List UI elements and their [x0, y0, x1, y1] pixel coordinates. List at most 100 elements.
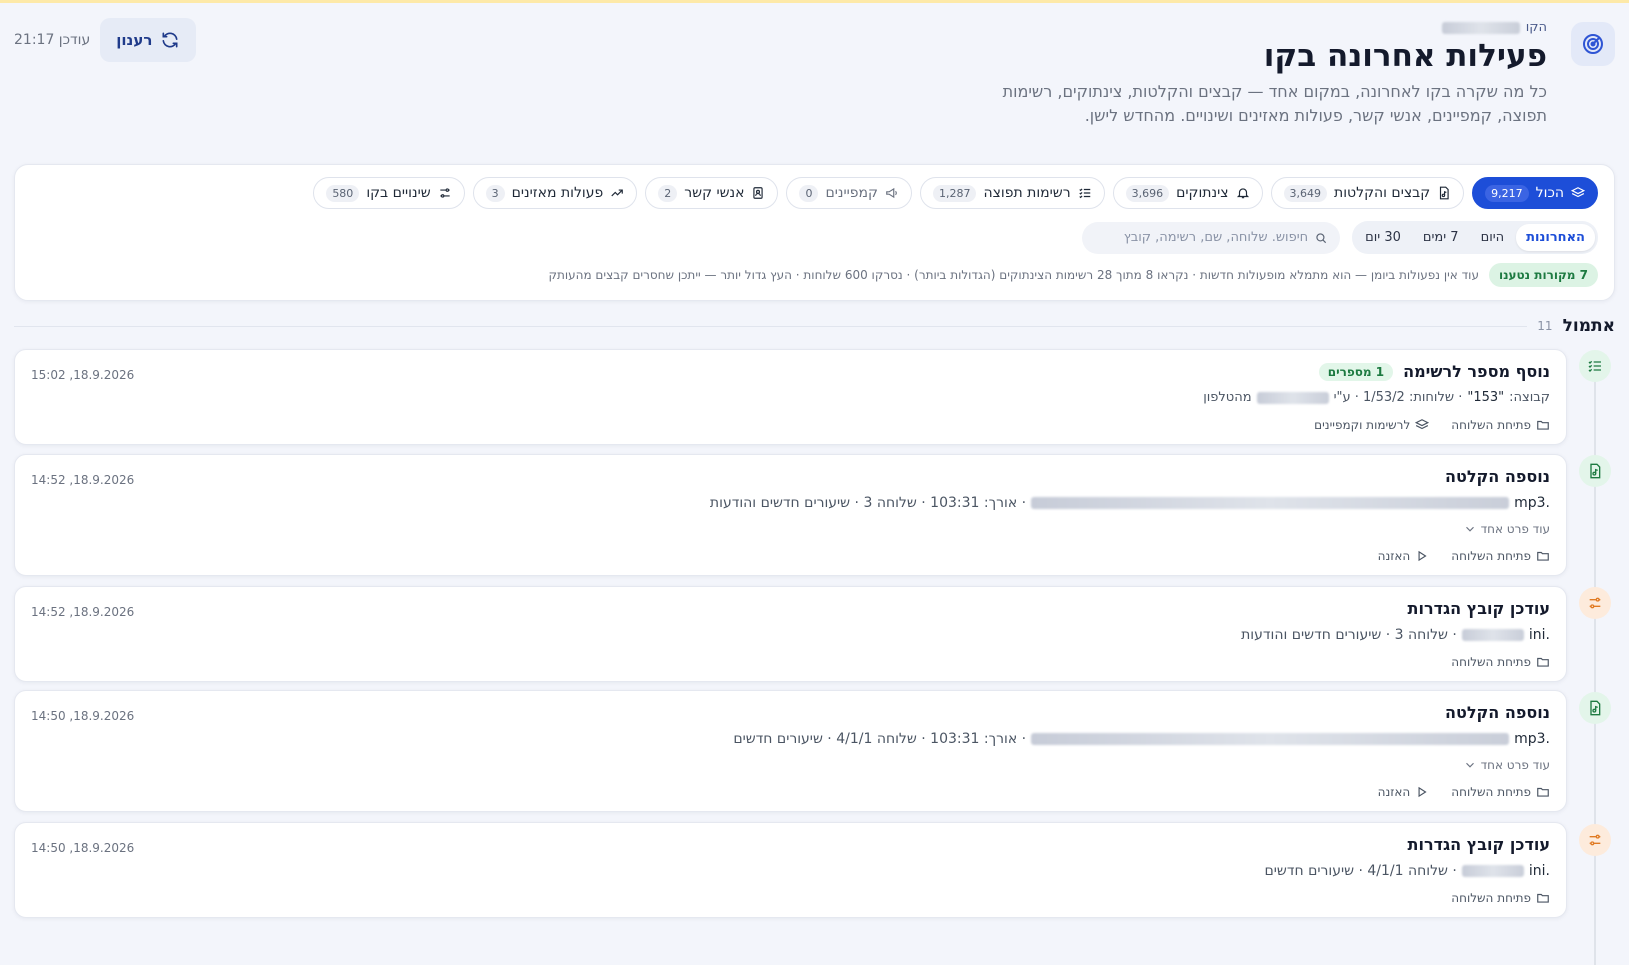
timeline-node [1579, 587, 1611, 619]
filter-panel: הכול 9,217 קבצים והקלטות 3,649 צינתוקים … [14, 164, 1615, 301]
event-title: נוספה הקלטה [1444, 703, 1550, 722]
open-extension-link[interactable]: פתיחת השלוחה [1451, 891, 1550, 905]
chip-count: 3,649 [1283, 184, 1328, 202]
period-today[interactable]: היום [1471, 224, 1515, 251]
chip-files-recordings[interactable]: קבצים והקלטות 3,649 [1270, 177, 1465, 209]
refresh-label: רענון [116, 31, 153, 49]
period-recent[interactable]: האחרונות [1516, 224, 1595, 251]
listen-button[interactable]: האזנה [1378, 785, 1430, 799]
play-icon [1418, 550, 1427, 562]
lists-campaigns-link[interactable]: לרשימות וקמפיינים [1314, 418, 1430, 432]
period-7-days[interactable]: 7 ימים [1413, 224, 1469, 251]
filename-redacted [1031, 497, 1510, 509]
event-meta: .ini · שלוחה 3 · שיעורים חדשים והודעות [1241, 627, 1550, 643]
period-30-days[interactable]: 30 יום [1355, 224, 1411, 251]
event-card: עודכן קובץ הגדרות 14:52 ,18.9.2026 .ini … [14, 586, 1567, 682]
chip-listener-actions[interactable]: פעולות מאזינים 3 [472, 177, 638, 209]
event-title-row: עודכן קובץ הגדרות [1408, 599, 1550, 618]
chip-mailing-lists[interactable]: רשימות תפוצה 1,287 [919, 177, 1105, 209]
page-header: הקו פעילות אחרונה בקו כל מה שקרה בקו לאח… [14, 14, 1615, 134]
event-actions: פתיחת השלוחה האזנה [1378, 549, 1550, 563]
filename-redacted [1461, 629, 1524, 641]
event-title-row: נוסף מספר לרשימה 1 מספרים [1318, 362, 1550, 381]
file-extension: .ini [1528, 863, 1550, 879]
meta-details: · שלוחה 3 · שיעורים חדשים והודעות [1241, 627, 1457, 643]
contact-book-icon [753, 187, 764, 199]
chip-label: קבצים והקלטות [1334, 185, 1431, 201]
period-selector: האחרונות היום 7 ימים 30 יום [1352, 221, 1598, 254]
day-label: אתמול [1562, 316, 1615, 336]
action-label: פתיחת השלוחה [1451, 785, 1531, 799]
refresh-button[interactable]: רענון [100, 18, 197, 62]
open-extension-link[interactable]: פתיחת השלוחה [1451, 418, 1550, 432]
day-group-header: אתמול 11 [14, 316, 1615, 336]
load-notice: עוד אין נפעולות ביומן — הוא מתמלא מופעול… [548, 268, 1479, 282]
chip-campaigns[interactable]: קמפיינים 0 [786, 177, 912, 209]
bell-icon [1236, 188, 1249, 199]
more-details-toggle[interactable]: עוד פרט אחד [1463, 522, 1550, 536]
action-label: האזנה [1377, 549, 1411, 563]
chip-count: 580 [326, 184, 360, 202]
chip-label: אנשי קשר [684, 185, 745, 201]
last-updated: עודכן 21:17 [14, 32, 91, 48]
chip-count: 9,217 [1485, 184, 1529, 202]
more-details-toggle[interactable]: עוד פרט אחד [1463, 758, 1550, 772]
chip-count: 3,696 [1125, 184, 1170, 202]
sliders-icon [1589, 834, 1601, 846]
event-time: 14:50 ,18.9.2026 [31, 841, 135, 855]
action-label: פתיחת השלוחה [1451, 891, 1531, 905]
meta-details: · אורך: 103:31 · שלוחה 3 · שיעורים חדשים… [709, 495, 1027, 511]
day-divider [14, 325, 1528, 327]
event-time: 14:52 ,18.9.2026 [31, 473, 135, 487]
event-meta: .mp3 · אורך: 103:31 · שלוחה 3 · שיעורים … [710, 495, 1550, 511]
meta-details: · שלוחה 4/1/1 · שיעורים חדשים [1264, 863, 1457, 879]
chip-label: פעולות מאזינים [511, 185, 604, 201]
event-actions: פתיחת השלוחה לרשימות וקמפיינים [1314, 418, 1550, 432]
action-label: האזנה [1377, 785, 1411, 799]
chip-label: הכול [1535, 185, 1564, 201]
chip-all[interactable]: הכול 9,217 [1472, 177, 1598, 209]
chip-count: 3 [485, 184, 505, 202]
event-title-row: נוספה הקלטה [1445, 467, 1550, 486]
app-logo [1571, 22, 1615, 66]
search-placeholder: חיפוש. שלוחה, שם, רשימה, קובץ [1123, 230, 1309, 245]
chip-label: צינתוקים [1176, 185, 1229, 201]
file-extension: .ini [1528, 627, 1550, 643]
folder-icon [1537, 551, 1549, 561]
event-actions: פתיחת השלוחה האזנה [1378, 785, 1550, 799]
megaphone-icon [886, 187, 897, 199]
line-name-redacted [1441, 21, 1520, 34]
open-extension-link[interactable]: פתיחת השלוחה [1451, 655, 1550, 669]
audio-file-icon [1590, 700, 1601, 716]
open-extension-link[interactable]: פתיחת השלוחה [1451, 785, 1550, 799]
event-title: נוסף מספר לרשימה [1403, 362, 1550, 381]
timeline-node [1579, 692, 1611, 724]
open-extension-link[interactable]: פתיחת השלוחה [1451, 549, 1550, 563]
event-card: נוספה הקלטה 14:52 ,18.9.2026 .mp3 · אורך… [14, 454, 1567, 576]
chip-label: שינויים בקו [366, 185, 431, 201]
chip-count: 1,287 [932, 184, 977, 202]
folder-icon [1537, 657, 1549, 667]
event-meta: .ini · שלוחה 4/1/1 · שיעורים חדשים [1265, 863, 1551, 879]
sliders-icon [1589, 597, 1601, 609]
event-time: 15:02 ,18.9.2026 [31, 368, 135, 382]
meta-group-value: "153" [1467, 390, 1505, 405]
event-card: נוספה הקלטה 14:50 ,18.9.2026 .mp3 · אורך… [14, 690, 1567, 812]
folder-icon [1537, 787, 1549, 797]
radar-icon [1583, 34, 1603, 54]
page-title: פעילות אחרונה בקו [1263, 38, 1547, 74]
audio-file-icon [1590, 463, 1601, 479]
listen-button[interactable]: האזנה [1378, 549, 1430, 563]
period-and-search-row: האחרונות היום 7 ימים 30 יום חיפוש. שלוחה… [1082, 221, 1598, 254]
chip-contacts[interactable]: אנשי קשר 2 [645, 177, 779, 209]
chevron-down-icon [1465, 762, 1474, 768]
search-input[interactable]: חיפוש. שלוחה, שם, רשימה, קובץ [1082, 221, 1341, 254]
layers-icon [1571, 187, 1585, 198]
count-tag: 1 מספרים [1318, 362, 1394, 381]
chip-count: 2 [658, 184, 678, 202]
chip-line-changes[interactable]: שינויים בקו 580 [313, 177, 465, 209]
category-chips: הכול 9,217 קבצים והקלטות 3,649 צינתוקים … [313, 177, 1598, 209]
chip-count: 0 [799, 184, 819, 202]
chip-alerts[interactable]: צינתוקים 3,696 [1112, 177, 1263, 209]
file-extension: .mp3 [1514, 495, 1550, 511]
